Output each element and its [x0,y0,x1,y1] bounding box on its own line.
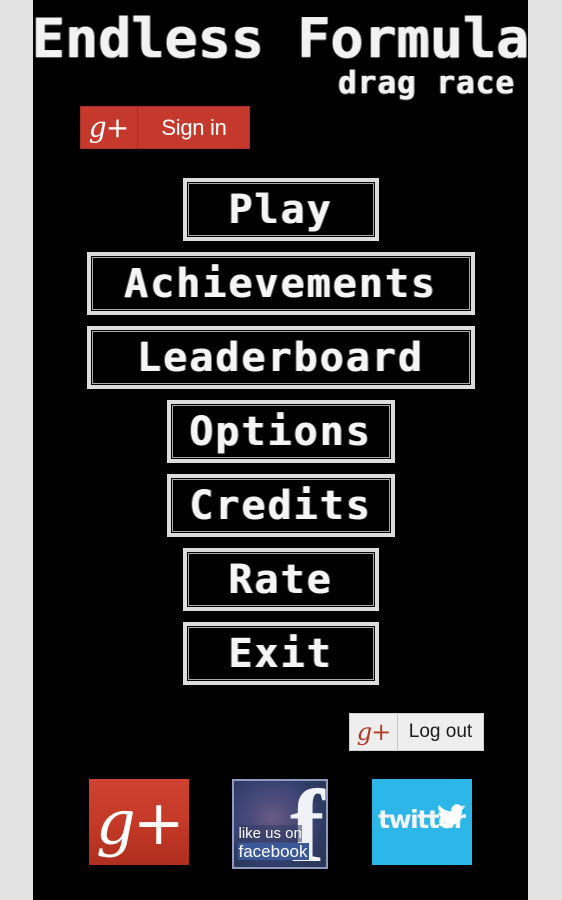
menu-item-options[interactable]: Options [166,400,395,463]
menu-item-label: Leaderboard [137,334,424,381]
app-frame: Endless Formula drag race g+ Sign in Pla… [0,0,562,900]
facebook-link-button[interactable]: f like us on facebook [232,779,329,869]
title-block: Endless Formula drag race [33,7,528,101]
main-menu: Play Achievements Leaderboard Options Cr… [33,178,528,696]
menu-item-credits[interactable]: Credits [166,474,395,537]
google-plus-link-button[interactable]: g+ [88,779,189,865]
page-subtitle: drag race [338,65,515,101]
google-logout-label: Log out [408,721,473,742]
menu-item-label: Play [228,186,333,233]
menu-item-exit[interactable]: Exit [182,622,379,685]
menu-item-play[interactable]: Play [182,178,379,241]
page-title: Endless Formula [33,7,528,70]
google-signin-label: Sign in [161,114,227,140]
facebook-caption-line2: facebook [238,842,310,861]
menu-item-label: Credits [189,482,372,529]
google-signin-button[interactable]: g+ Sign in [80,106,250,149]
facebook-caption-line1: like us on [238,825,302,842]
menu-item-label: Exit [228,630,333,677]
menu-item-label: Rate [228,556,333,603]
menu-item-rate[interactable]: Rate [182,548,379,611]
google-plus-icon: g+ [96,785,185,859]
google-plus-icon: g+ [80,106,138,149]
twitter-bird-icon [437,801,467,831]
google-plus-icon: g+ [350,714,398,750]
menu-item-label: Achievements [124,260,437,307]
game-screen: Endless Formula drag race g+ Sign in Pla… [33,0,528,900]
menu-item-label: Options [189,408,372,455]
menu-item-leaderboard[interactable]: Leaderboard [86,326,475,389]
social-links-row: g+ f like us on facebook twitter [33,779,528,869]
twitter-link-button[interactable]: twitter [372,779,473,865]
google-logout-button[interactable]: g+ Log out [349,713,484,751]
menu-item-achievements[interactable]: Achievements [86,252,475,315]
